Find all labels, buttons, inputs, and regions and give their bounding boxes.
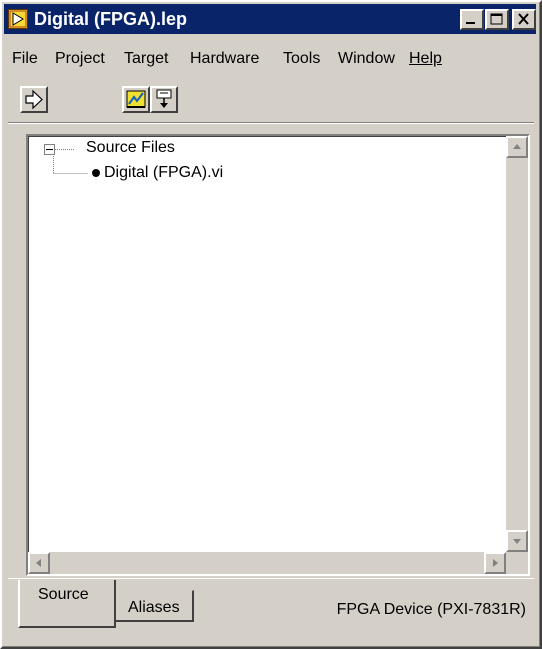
horizontal-scrollbar[interactable] (28, 552, 506, 574)
menu-window[interactable]: Window (338, 50, 395, 68)
scrollbar-corner (506, 552, 528, 574)
compile-button[interactable] (122, 86, 150, 113)
toolbar (2, 80, 534, 120)
scroll-right-button[interactable] (484, 552, 506, 574)
close-icon (518, 13, 529, 25)
arrow-right-icon (493, 559, 498, 567)
run-button[interactable] (20, 86, 48, 113)
menu-tools[interactable]: Tools (283, 50, 320, 68)
tab-source[interactable]: Source (18, 580, 116, 628)
maximize-button[interactable] (485, 9, 509, 30)
download-icon (156, 89, 172, 108)
arrow-up-icon (513, 144, 521, 149)
device-status: FPGA Device (PXI-7831R) (336, 601, 526, 618)
tab-aliases[interactable]: Aliases (114, 590, 194, 622)
tab-strip-border (8, 578, 534, 579)
run-arrow-icon (25, 89, 43, 110)
maximize-icon (490, 13, 503, 25)
scroll-down-button[interactable] (506, 530, 528, 552)
menu-target[interactable]: Target (124, 50, 168, 68)
tree-frame (28, 136, 528, 574)
menu-hardware[interactable]: Hardware (190, 50, 259, 68)
menu-help[interactable]: Help (409, 50, 442, 68)
tab-source-label: Source (38, 586, 89, 603)
project-window: Digital (FPGA).lep File Project Target H… (0, 0, 542, 649)
scroll-up-button[interactable] (506, 136, 528, 158)
minimize-icon (466, 22, 475, 24)
menu-project[interactable]: Project (55, 50, 105, 68)
toolbar-separator (8, 122, 534, 124)
source-files-tree[interactable]: Source Files Digital (FPGA).vi (26, 134, 530, 576)
title-bar[interactable]: Digital (FPGA).lep (4, 4, 536, 34)
tab-aliases-label: Aliases (128, 599, 180, 616)
scroll-left-button[interactable] (28, 552, 50, 574)
download-button[interactable] (150, 86, 178, 113)
vertical-scrollbar[interactable] (506, 136, 528, 552)
vi-bullet-icon (92, 169, 100, 177)
arrow-left-icon (36, 559, 41, 567)
tree-item-vi[interactable]: Digital (FPGA).vi (104, 164, 223, 182)
close-button[interactable] (512, 9, 536, 30)
tree-root-source-files[interactable]: Source Files (86, 139, 175, 157)
arrow-down-icon (513, 539, 521, 544)
window-title: Digital (FPGA).lep (34, 9, 187, 29)
collapse-toggle-icon[interactable] (44, 144, 55, 155)
minimize-button[interactable] (460, 9, 484, 30)
app-icon (8, 9, 28, 29)
menu-file[interactable]: File (12, 50, 38, 68)
compile-icon (126, 90, 146, 108)
